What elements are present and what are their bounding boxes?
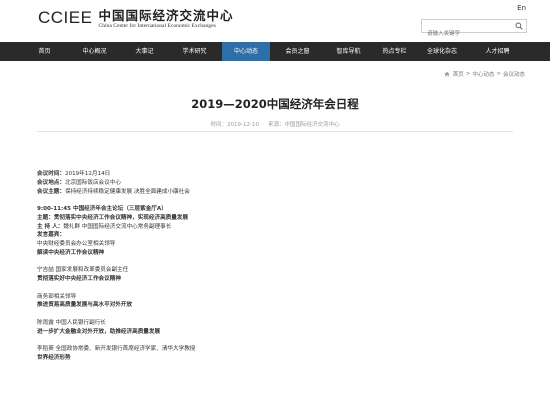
article-meta: 时间：2019-12-10 来源：中国国际经济交流中心 [0, 120, 550, 128]
home-icon [444, 71, 450, 77]
content-text: 宁吉喆 国家发展和改革委员会副主任 [37, 267, 129, 274]
nav-item[interactable]: 智库导航 [325, 42, 372, 61]
content-text: 贯彻落实中央经济工作会议精神，实现经济高质量发展 [53, 214, 189, 221]
content-text: 中央财经委员会办公室相关领导 [37, 241, 116, 247]
nav-item[interactable]: 大事记 [122, 42, 167, 61]
content-line: 主题：贯彻落实中央经济工作会议精神，实现经济高质量发展 [37, 214, 513, 223]
article-body: 会议时间：2019年12月14日 会议地点：北京国际饭店会议中心 会议主题：保持经济… [37, 170, 513, 363]
content-label: 会议主题： [37, 188, 65, 195]
nav-item[interactable]: 中心概况 [67, 42, 122, 61]
logo-chinese-text: 中国国际经济交流中心 [98, 8, 234, 23]
content-line: 主 持 人：魏礼群 中国国际经济交流中心常务副理事长 [37, 223, 513, 232]
content-line: 贯彻落实好中央经济工作会议精神 [37, 275, 513, 284]
content-line: 推进贸易高质量发展与高水平对外开放 [37, 301, 513, 310]
content-line: 解读中央经济工作会议精神 [37, 249, 513, 258]
content-text: 保持经济持续稳定健康发展 决胜全面建成小康社会 [64, 188, 190, 195]
logo-english-text: China Center for International Economic … [98, 23, 216, 29]
content-text: 北京国际饭店会议中心 [64, 179, 121, 186]
content-line: 会议主题：保持经济持续稳定健康发展 决胜全面建成小康社会 [37, 188, 513, 197]
content-label: 会议地点： [37, 179, 65, 186]
content-line: 李稻葵 全国政协常委、新开发银行首席经济学家、清华大学教授 [37, 345, 513, 354]
content-text: 贯彻落实好中央经济工作会议精神 [37, 276, 121, 282]
content-text: 商务部相关领导 [37, 293, 77, 300]
content-line: 世界经济形势 [37, 354, 513, 363]
content-line: 进一步扩大金融业对外开放，助推经济高质量发展 [37, 328, 513, 337]
content-text: 魏礼群 中国国际经济交流中心常务副理事长 [63, 223, 172, 230]
content-text: 推进贸易高质量发展与高水平对外开放 [37, 302, 133, 309]
title-divider [37, 131, 513, 132]
publish-time: 时间：2019-12-10 [210, 122, 259, 128]
nav-item[interactable]: 热点专栏 [372, 42, 417, 61]
site-header: CCIEE 中国国际经济交流中心 China Center for Intern… [0, 0, 550, 40]
breadcrumb-home[interactable]: 首页 [453, 70, 464, 78]
breadcrumb-news[interactable]: 中心动态 [472, 70, 494, 78]
breadcrumb-current[interactable]: 会议动态 [503, 70, 525, 78]
search-box [421, 19, 527, 40]
content-label: 会议时间： [37, 171, 65, 177]
content-text: 9:00-11:45 中国经济年会主论坛（三层紫金厅A） [37, 206, 167, 212]
content-line: 商务部相关领导 [37, 293, 513, 302]
article-title: 2019—2020中国经济年会日程 [191, 97, 359, 111]
content-label: 主题： [37, 214, 54, 221]
logo-latin-text: CCIEE [38, 8, 93, 27]
content-text: 解读中央经济工作会议精神 [37, 249, 105, 256]
content-text: 进一步扩大金融业对外开放，助推经济高质量发展 [37, 328, 161, 335]
nav-item[interactable]: 人才招聘 [467, 42, 528, 61]
language-switch-link[interactable]: En [517, 4, 526, 12]
content-line: 中央财经委员会办公室相关领导 [37, 240, 513, 249]
content-line: 陈雨露 中国人民银行副行长 [37, 319, 513, 328]
content-label: 主 持 人： [37, 223, 64, 230]
nav-item[interactable]: 首页 [22, 42, 67, 61]
content-line: 9:00-11:45 中国经济年会主论坛（三层紫金厅A） [37, 205, 513, 214]
content-text: 2019年12月14日 [64, 171, 111, 177]
nav-item[interactable]: 中心动态 [222, 42, 270, 61]
search-input[interactable] [422, 28, 512, 40]
content-text: 陈雨露 中国人民银行副行长 [37, 319, 106, 326]
content-text: 李稻葵 全国政协常委、新开发银行首席经济学家、清华大学教授 [37, 346, 196, 352]
nav-item[interactable]: 全球化杂志 [417, 42, 467, 61]
logo-text-group: 中国国际经济交流中心 China Center for Internationa… [98, 9, 233, 30]
search-icon[interactable] [515, 22, 523, 30]
breadcrumb: 首页 > 中心动态 > 会议动态 [444, 70, 525, 78]
content-line: 发言嘉宾： [37, 231, 513, 240]
content-label: 发言嘉宾： [37, 232, 65, 239]
breadcrumb-separator: > [465, 71, 471, 77]
site-logo[interactable]: CCIEE 中国国际经济交流中心 China Center for Intern… [38, 9, 233, 30]
main-navigation: 首页 中心概况 大事记 学术研究 中心动态 会员之窗 智库导航 热点专栏 全球化杂志 人才招聘 [0, 42, 550, 61]
article-source: 来源：中国国际经济交流中心 [267, 122, 340, 128]
content-line: 会议时间：2019年12月14日 [37, 170, 513, 179]
content-line: 宁吉喆 国家发展和改革委员会副主任 [37, 266, 513, 275]
breadcrumb-separator: > [496, 71, 501, 77]
content-text: 世界经济形势 [37, 354, 71, 361]
nav-item[interactable]: 会员之窗 [270, 42, 325, 61]
nav-item[interactable]: 学术研究 [167, 42, 222, 61]
content-line: 会议地点：北京国际饭店会议中心 [37, 179, 513, 188]
